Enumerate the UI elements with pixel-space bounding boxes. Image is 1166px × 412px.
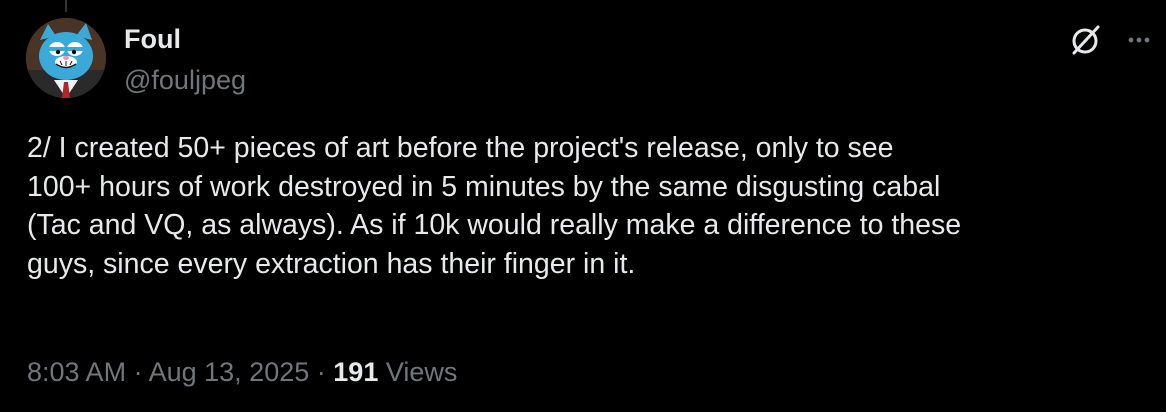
thread-connector-line	[65, 0, 67, 12]
meta-separator: ·	[316, 357, 326, 387]
meta-separator: ·	[133, 357, 143, 387]
more-options-icon[interactable]	[1122, 26, 1156, 54]
grok-icon[interactable]	[1068, 22, 1104, 58]
tweet-text: 2/ I created 50+ pieces of art before th…	[27, 132, 962, 280]
views-count: 191	[333, 357, 379, 387]
avatar[interactable]	[26, 18, 106, 98]
avatar-cartoon-cat-icon	[26, 18, 106, 98]
author-display-name[interactable]: Foul	[124, 22, 181, 56]
author-handle[interactable]: @fouljpeg	[124, 63, 246, 97]
tweet-meta: 8:03 AM · Aug 13, 2025 · 191 Views	[27, 355, 457, 389]
tweet-date[interactable]: Aug 13, 2025	[149, 357, 310, 387]
views-label: Views	[385, 357, 458, 387]
tweet-time[interactable]: 8:03 AM	[27, 357, 126, 387]
